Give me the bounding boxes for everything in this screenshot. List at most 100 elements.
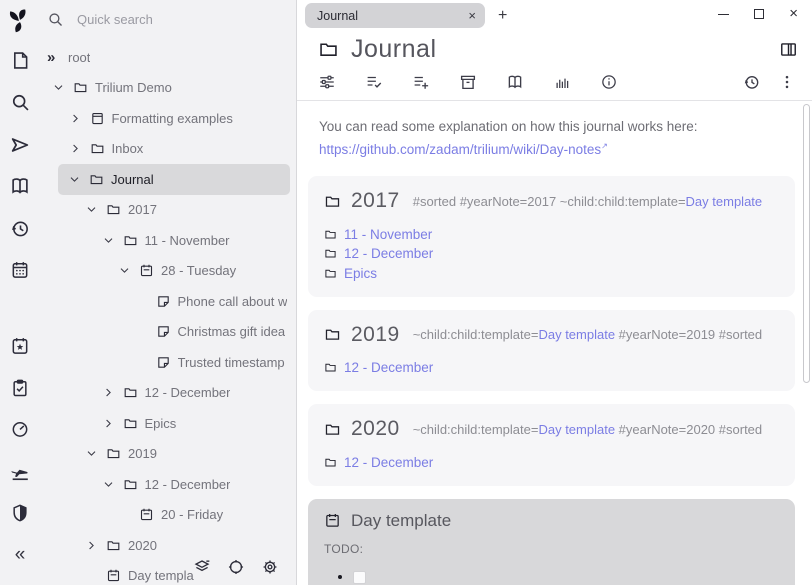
quick-search[interactable] bbox=[40, 0, 296, 38]
chevron-down-icon[interactable] bbox=[85, 447, 101, 460]
new-tab-button[interactable]: + bbox=[498, 7, 507, 25]
owned-attributes-icon[interactable] bbox=[365, 73, 383, 91]
chevron-right-icon[interactable] bbox=[69, 142, 85, 155]
note-revisions-icon[interactable] bbox=[743, 73, 761, 91]
collapse-subtree-icon[interactable] bbox=[193, 558, 211, 581]
tree-item-christmas-gift[interactable]: Christmas gift idea bbox=[40, 317, 296, 348]
note-title[interactable]: Journal bbox=[351, 35, 437, 64]
content-scrollbar-thumb[interactable] bbox=[803, 104, 810, 383]
maximize-button[interactable] bbox=[754, 9, 764, 19]
tree-item-inbox[interactable]: Inbox bbox=[40, 134, 296, 165]
tab-bar: Journal × + × bbox=[297, 0, 812, 28]
note-attributes: ~child:child:template=Day template #year… bbox=[413, 327, 762, 342]
book-properties-icon[interactable] bbox=[506, 73, 524, 91]
task-list-icon[interactable] bbox=[8, 376, 32, 400]
search-icon[interactable] bbox=[8, 91, 32, 115]
info-icon[interactable] bbox=[600, 73, 618, 91]
tree-item-phone-call[interactable]: Phone call about w bbox=[40, 286, 296, 317]
child-note-link[interactable]: 11 - November bbox=[344, 227, 432, 242]
chevron-down-icon[interactable] bbox=[102, 478, 118, 491]
day-template-link[interactable]: Day template bbox=[686, 194, 763, 209]
folder-icon bbox=[324, 361, 337, 374]
list-bullet bbox=[338, 575, 342, 579]
more-menu-kebab-icon[interactable] bbox=[778, 73, 796, 91]
split-pane-icon[interactable] bbox=[779, 40, 798, 59]
tab-journal[interactable]: Journal × bbox=[305, 3, 485, 28]
tree-item-epics[interactable]: Epics bbox=[40, 408, 296, 439]
recent-changes-icon[interactable] bbox=[8, 216, 32, 240]
child-note-link[interactable]: 12 - December bbox=[344, 360, 433, 375]
tree-item-2019[interactable]: 2019 bbox=[40, 439, 296, 470]
close-button[interactable]: × bbox=[789, 9, 798, 19]
note-icon bbox=[156, 324, 171, 339]
travel-icon[interactable] bbox=[8, 459, 32, 483]
note-paths-icon[interactable] bbox=[459, 73, 477, 91]
tree-item-12-december-2017[interactable]: 12 - December bbox=[40, 378, 296, 409]
collapse-panel-icon[interactable]: « bbox=[8, 543, 32, 567]
chevron-right-icon[interactable] bbox=[102, 386, 118, 399]
open-book-icon[interactable] bbox=[8, 175, 32, 199]
folder-icon bbox=[123, 233, 138, 248]
child-note-link[interactable]: 12 - December bbox=[344, 455, 433, 470]
tree-item-formatting-examples[interactable]: Formatting examples bbox=[40, 103, 296, 134]
new-note-icon[interactable] bbox=[8, 49, 32, 73]
day-template-link[interactable]: Day template bbox=[538, 422, 615, 437]
child-note-item: 12 - December bbox=[324, 244, 779, 264]
folder-icon bbox=[324, 193, 341, 210]
quick-search-input[interactable] bbox=[64, 12, 274, 27]
chevron-down-icon[interactable] bbox=[102, 234, 118, 247]
double-chevron-right-icon[interactable]: » bbox=[47, 49, 63, 66]
year-title-link[interactable]: 2019 bbox=[351, 323, 400, 347]
folder-icon bbox=[123, 416, 138, 431]
tree-settings-gear-icon[interactable] bbox=[261, 558, 279, 581]
chevron-right-icon[interactable] bbox=[102, 417, 118, 430]
intro-paragraph: You can read some explanation on how thi… bbox=[319, 115, 795, 161]
basic-properties-icon[interactable] bbox=[318, 73, 336, 91]
chevron-down-icon[interactable] bbox=[52, 81, 68, 94]
protected-session-icon[interactable] bbox=[8, 501, 32, 525]
chevron-down-icon[interactable] bbox=[118, 264, 134, 277]
tree-item-root[interactable]: » root bbox=[40, 42, 296, 73]
tree-item-2017[interactable]: 2017 bbox=[40, 195, 296, 226]
day-template-title[interactable]: Day template bbox=[351, 511, 451, 531]
tree-item-2020[interactable]: 2020 bbox=[40, 530, 296, 561]
child-note-link[interactable]: 12 - December bbox=[344, 246, 433, 261]
folder-icon bbox=[73, 80, 88, 95]
calendar-note-icon bbox=[139, 263, 154, 278]
bookmarked-day-icon[interactable] bbox=[8, 334, 32, 358]
chevron-right-icon[interactable] bbox=[69, 112, 85, 125]
tree-item-28-tuesday[interactable]: 28 - Tuesday bbox=[40, 256, 296, 287]
tab-title: Journal bbox=[317, 9, 468, 23]
tab-close-icon[interactable]: × bbox=[468, 8, 476, 23]
minimize-button[interactable] bbox=[718, 14, 729, 15]
child-note-item: Epics bbox=[324, 263, 779, 283]
year-title-link[interactable]: 2020 bbox=[351, 417, 400, 441]
note-tree: » root Trilium Demo Formatting examples bbox=[40, 38, 296, 585]
dashboard-icon[interactable] bbox=[8, 418, 32, 442]
day-notes-wiki-link[interactable]: https://github.com/zadam/trilium/wiki/Da… bbox=[319, 142, 601, 157]
calendar-icon[interactable] bbox=[8, 258, 32, 282]
scroll-to-active-note-icon[interactable] bbox=[227, 558, 245, 581]
tree-item-12-december-2019[interactable]: 12 - December bbox=[40, 469, 296, 500]
calendar-note-icon bbox=[106, 568, 121, 583]
tree-item-journal-selected[interactable]: Journal bbox=[58, 164, 290, 195]
chevron-down-icon[interactable] bbox=[68, 173, 84, 186]
ribbon-right-group bbox=[743, 73, 796, 91]
chevron-right-icon[interactable] bbox=[85, 539, 101, 552]
folder-icon bbox=[324, 456, 337, 469]
tree-item-20-friday[interactable]: 20 - Friday bbox=[40, 500, 296, 531]
note-stats-icon[interactable] bbox=[553, 73, 571, 91]
card-header: 2020 ~child:child:template=Day template … bbox=[324, 417, 779, 441]
tree-item-11-november[interactable]: 11 - November bbox=[40, 225, 296, 256]
tree-item-trusted-timestamp[interactable]: Trusted timestamp bbox=[40, 347, 296, 378]
jump-to-note-icon[interactable] bbox=[8, 133, 32, 157]
year-title-link[interactable]: 2017 bbox=[351, 189, 400, 213]
tree-item-trilium-demo[interactable]: Trilium Demo bbox=[40, 73, 296, 104]
todo-checkbox[interactable] bbox=[353, 571, 366, 584]
day-template-link[interactable]: Day template bbox=[538, 327, 615, 342]
todo-item bbox=[338, 571, 779, 584]
child-note-link[interactable]: Epics bbox=[344, 266, 377, 281]
chevron-down-icon[interactable] bbox=[85, 203, 101, 216]
app-window: « » root Trilium Demo bbox=[0, 0, 812, 585]
inherited-attributes-icon[interactable] bbox=[412, 73, 430, 91]
